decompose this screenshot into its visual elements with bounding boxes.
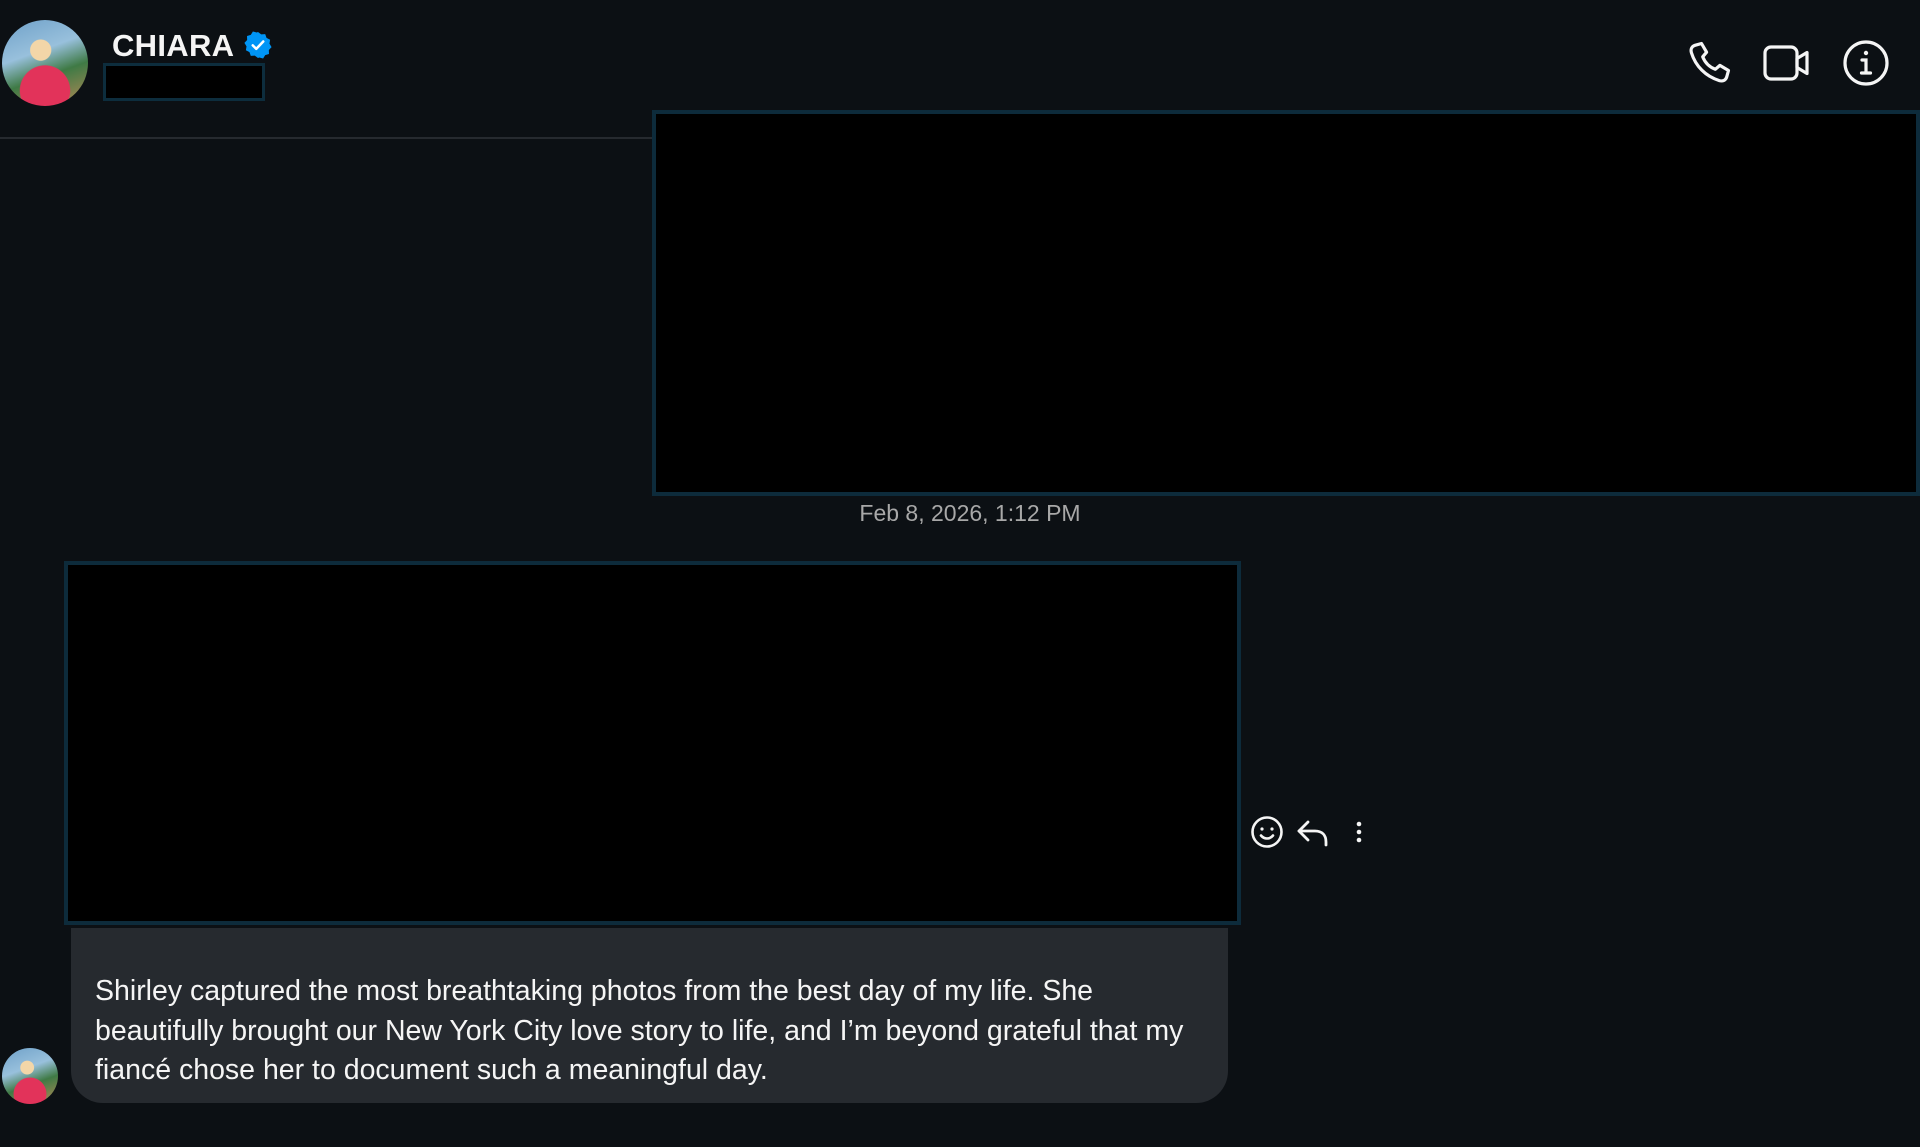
info-icon[interactable]	[1841, 38, 1891, 88]
contact-name[interactable]: CHIARA	[112, 28, 234, 64]
verified-badge-icon	[244, 31, 272, 59]
redacted-username	[103, 63, 265, 101]
redacted-media-message[interactable]	[64, 561, 1241, 925]
more-options-icon[interactable]	[1340, 812, 1378, 852]
video-camera-icon[interactable]	[1762, 38, 1812, 88]
phone-icon[interactable]	[1684, 38, 1734, 88]
sender-avatar[interactable]	[2, 1048, 58, 1104]
contact-avatar[interactable]	[2, 20, 88, 106]
message-bubble[interactable]: Shirley captured the most breathtaking p…	[71, 928, 1228, 1103]
message-timestamp: Feb 8, 2026, 1:12 PM	[859, 500, 1081, 526]
redacted-media-message[interactable]	[652, 110, 1920, 496]
header-divider	[0, 137, 652, 139]
emoji-react-icon[interactable]	[1248, 812, 1286, 852]
dm-thread-page: CHIARA Feb 8, 2026, 1:12 PM Shirley capt…	[0, 0, 1920, 1147]
message-actions	[1248, 812, 1388, 852]
reply-icon[interactable]	[1294, 812, 1332, 852]
